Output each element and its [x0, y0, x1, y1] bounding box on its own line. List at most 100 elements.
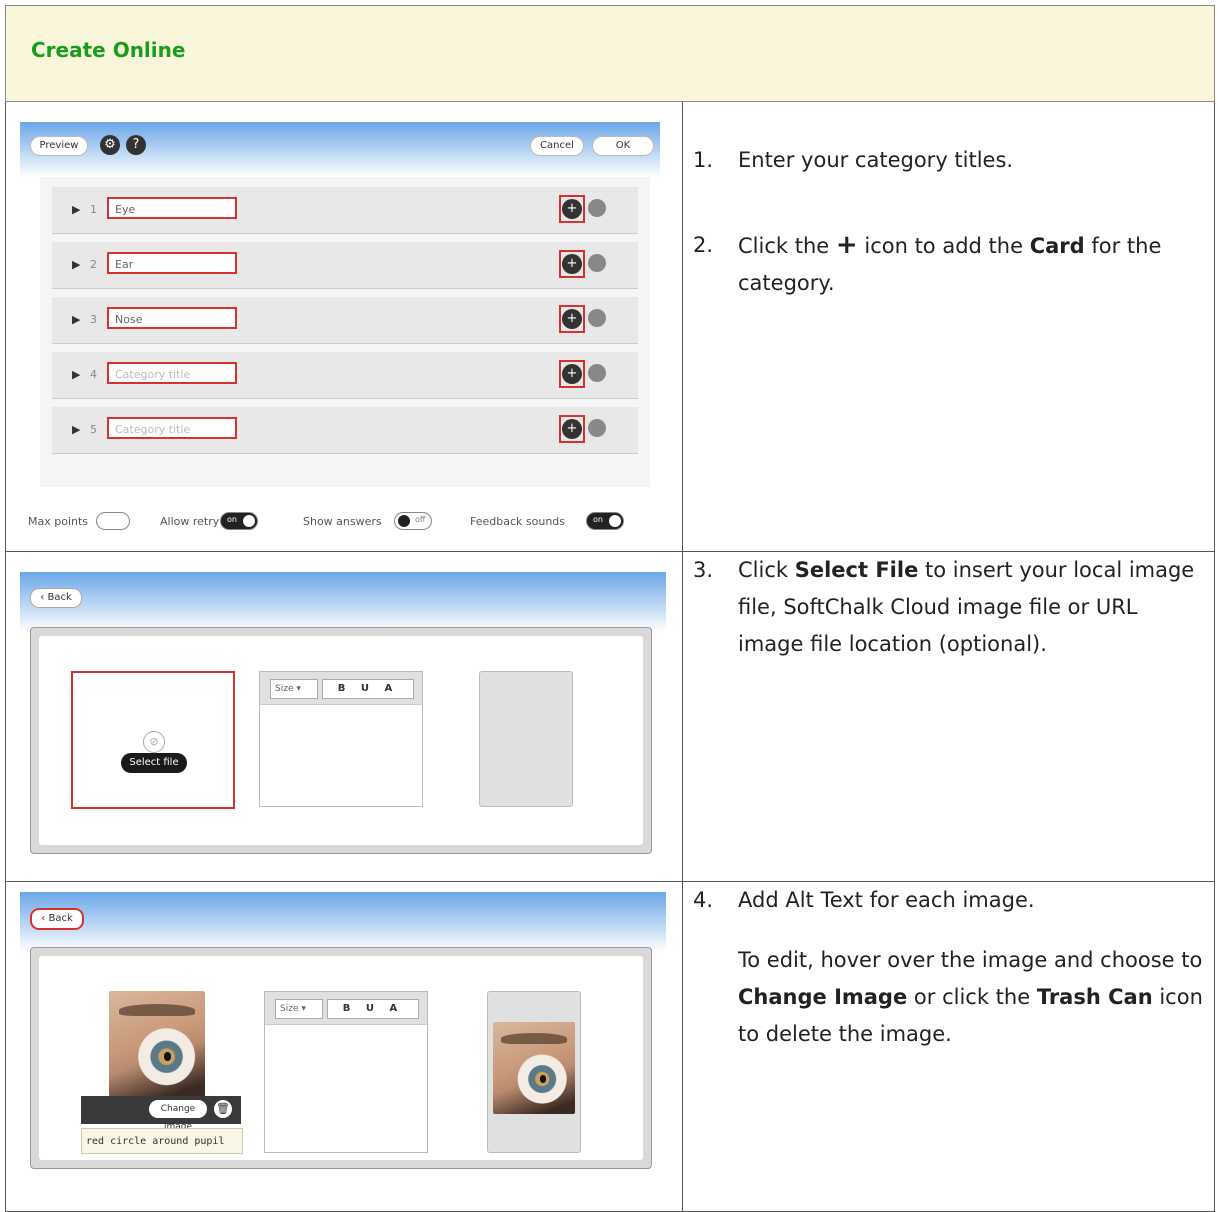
expand-arrow-icon[interactable]: ▶	[72, 313, 80, 326]
card-term: Card	[1029, 234, 1085, 258]
step-row-1: Preview ⚙ ? Cancel OK ▶ 1 Eye + ▶ 2 Ear …	[5, 102, 1215, 552]
expand-arrow-icon[interactable]: ▶	[72, 258, 80, 271]
step-text: Click the + icon to add the Card for the…	[738, 227, 1208, 302]
add-card-plus-icon[interactable]: +	[562, 309, 582, 329]
instruction-cell-3: 4. Add Alt Text for each image. To edit,…	[683, 882, 1214, 1211]
add-card-highlight: +	[559, 360, 585, 388]
expand-arrow-icon[interactable]: ▶	[72, 423, 80, 436]
max-points-label: Max points	[28, 515, 89, 528]
toggle-knob	[243, 515, 255, 527]
add-card-highlight: +	[559, 305, 585, 333]
remove-category-icon[interactable]	[588, 254, 606, 272]
card-preview	[479, 671, 573, 807]
page-title: Create Online	[31, 38, 186, 62]
format-buttons[interactable]: B U A	[327, 999, 419, 1019]
size-dropdown[interactable]: Size ▾	[270, 679, 318, 699]
image-placeholder-icon: ⊘	[143, 731, 165, 753]
ok-button[interactable]: OK	[592, 136, 654, 156]
category-row: ▶ 4 Category title +	[52, 352, 638, 399]
category-row: ▶ 5 Category title +	[52, 407, 638, 454]
trash-can-icon[interactable]: 🗑	[214, 1100, 232, 1118]
add-card-plus-icon[interactable]: +	[562, 364, 582, 384]
card-editor-panel: ⊘ Select file Size ▾ B U A	[30, 627, 652, 854]
add-card-plus-icon[interactable]: +	[562, 254, 582, 274]
step-number: 4.	[693, 888, 714, 912]
expand-arrow-icon[interactable]: ▶	[72, 203, 80, 216]
step-row-3: ‹ Back Change image 🗑 red circle around …	[5, 882, 1215, 1212]
preview-button[interactable]: Preview	[30, 136, 88, 156]
back-button[interactable]: ‹ Back	[30, 908, 84, 930]
step-4-paragraph: To edit, hover over the image and choose…	[738, 942, 1208, 1053]
category-row: ▶ 3 Nose +	[52, 297, 638, 344]
size-label: Size	[280, 1004, 299, 1014]
screenshot-cell-2: ‹ Back ⊘ Select file Size ▾ B U A	[6, 552, 683, 881]
category-number: 2	[90, 258, 97, 271]
feedback-sounds-label: Feedback sounds	[470, 515, 565, 528]
category-title-input[interactable]: Ear	[107, 252, 237, 274]
toggle-knob	[609, 515, 621, 527]
select-file-screenshot: ‹ Back ⊘ Select file Size ▾ B U A	[20, 572, 666, 872]
format-buttons[interactable]: B U A	[322, 679, 414, 699]
instruction-cell-1: 1. Enter your category titles. 2. Click …	[683, 102, 1214, 551]
add-card-highlight: +	[559, 250, 585, 278]
add-card-highlight: +	[559, 415, 585, 443]
settings-bar: Max points Allow retry on Show answers o…	[20, 507, 660, 537]
category-number: 5	[90, 423, 97, 436]
category-title-input[interactable]: Category title	[107, 417, 237, 439]
alt-text-input[interactable]: red circle around pupil	[81, 1128, 243, 1154]
category-title-input[interactable]: Category title	[107, 362, 237, 384]
max-points-input[interactable]	[96, 512, 130, 530]
expand-arrow-icon[interactable]: ▶	[72, 368, 80, 381]
card-preview	[487, 991, 581, 1153]
allow-retry-toggle[interactable]: on	[220, 512, 258, 530]
text-editor[interactable]: Size ▾ B U A	[259, 671, 423, 807]
back-label: Back	[48, 913, 73, 924]
step-number: 1.	[693, 148, 714, 172]
toggle-on-label: on	[593, 515, 603, 524]
remove-category-icon[interactable]	[588, 419, 606, 437]
step-3-pre: Click	[738, 558, 789, 582]
category-number: 3	[90, 313, 97, 326]
editor-toolbar-row: Size ▾ B U A	[260, 672, 422, 705]
remove-category-icon[interactable]	[588, 309, 606, 327]
change-image-button[interactable]: Change image	[149, 1100, 207, 1132]
feedback-sounds-toggle[interactable]: on	[586, 512, 624, 530]
add-card-plus-icon[interactable]: +	[562, 419, 582, 439]
step-2-mid: icon to add the	[864, 234, 1023, 258]
add-card-plus-icon[interactable]: +	[562, 199, 582, 219]
help-icon[interactable]: ?	[126, 135, 146, 155]
category-editor-screenshot: Preview ⚙ ? Cancel OK ▶ 1 Eye + ▶ 2 Ear …	[20, 122, 660, 542]
alt-text-screenshot: ‹ Back Change image 🗑 red circle around …	[20, 892, 666, 1192]
show-answers-label: Show answers	[303, 515, 382, 528]
screenshot-cell-3: ‹ Back Change image 🗑 red circle around …	[6, 882, 683, 1211]
category-title-input[interactable]: Nose	[107, 307, 237, 329]
document-header: Create Online	[5, 5, 1215, 102]
size-label: Size	[275, 684, 294, 694]
step-4-c: or click the	[913, 985, 1031, 1009]
eye-preview-image	[493, 1022, 575, 1114]
remove-category-icon[interactable]	[588, 364, 606, 382]
category-row: ▶ 1 Eye +	[52, 187, 638, 234]
cancel-button[interactable]: Cancel	[530, 136, 584, 156]
select-file-button[interactable]: Select file	[121, 753, 187, 773]
category-title-input[interactable]: Eye	[107, 197, 237, 219]
card-editor-inner: Change image 🗑 red circle around pupil S…	[39, 956, 643, 1160]
text-editor[interactable]: Size ▾ B U A	[264, 991, 428, 1153]
category-number: 4	[90, 368, 97, 381]
gear-icon[interactable]: ⚙	[100, 135, 120, 155]
image-drop-zone[interactable]: ⊘ Select file	[71, 671, 235, 809]
step-text: Add Alt Text for each image.	[738, 888, 1035, 912]
image-hover-bar: Change image 🗑	[81, 1096, 241, 1132]
show-answers-toggle[interactable]: off	[394, 512, 432, 530]
editor-toolbar-row: Size ▾ B U A	[265, 992, 427, 1025]
back-label: Back	[47, 592, 72, 603]
step-2-pre: Click the	[738, 234, 830, 258]
eye-image[interactable]	[109, 991, 205, 1097]
back-button[interactable]: ‹ Back	[30, 588, 82, 608]
size-dropdown[interactable]: Size ▾	[275, 999, 323, 1019]
change-image-term: Change Image	[738, 985, 908, 1009]
toggle-on-label: on	[227, 515, 237, 524]
trash-can-term: Trash Can	[1036, 985, 1153, 1009]
toggle-knob	[398, 515, 410, 527]
remove-category-icon[interactable]	[588, 199, 606, 217]
